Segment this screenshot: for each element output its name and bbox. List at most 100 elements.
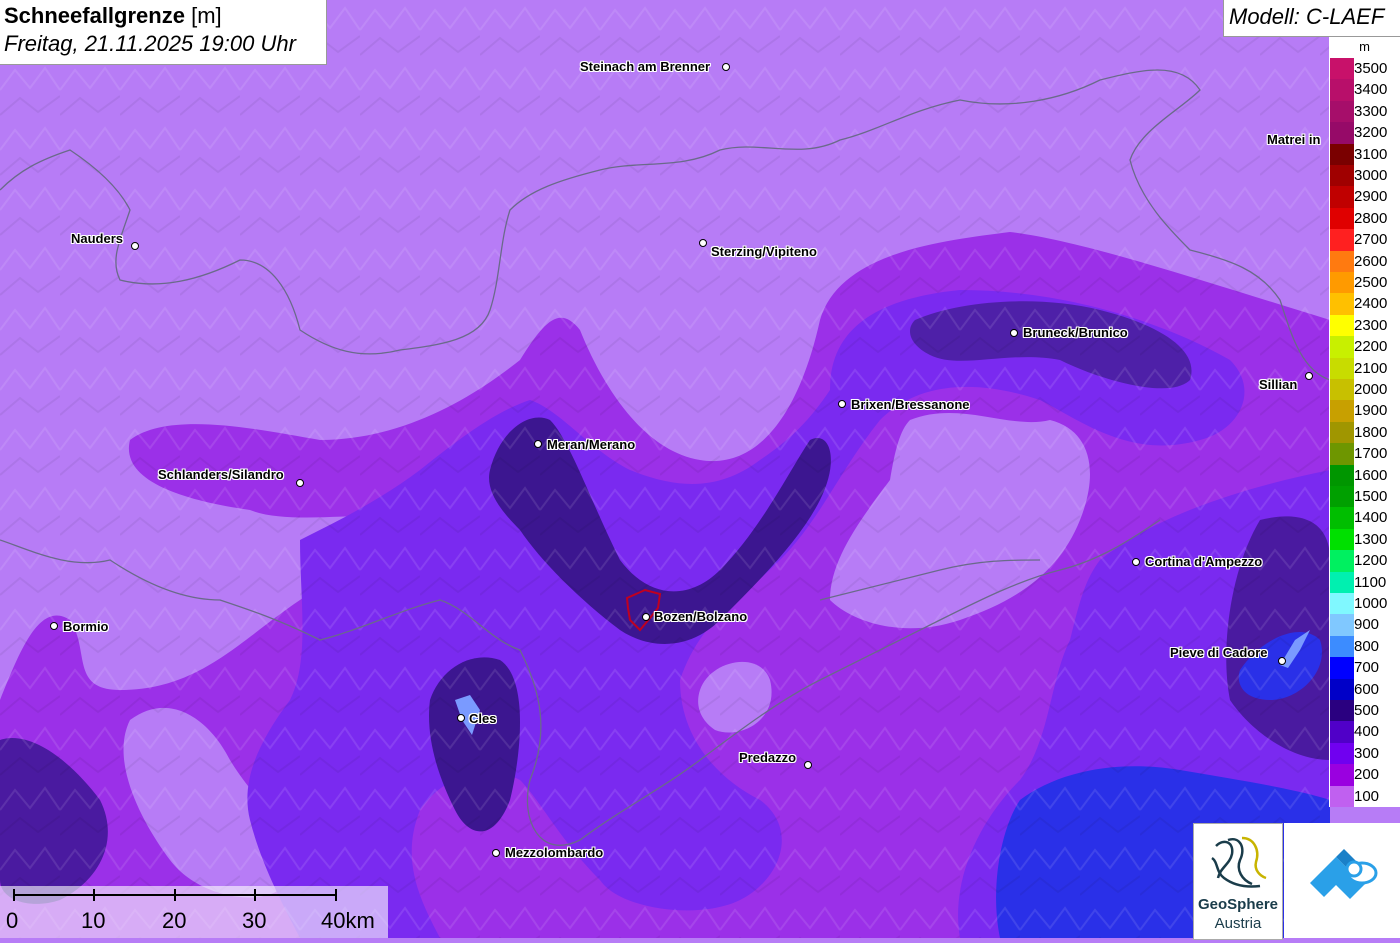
legend-label: 1300 xyxy=(1354,530,1388,548)
legend-swatch xyxy=(1330,79,1354,102)
legend-swatch xyxy=(1330,614,1354,637)
legend-label: 1900 xyxy=(1354,402,1388,420)
geosphere-emblem-icon xyxy=(1211,836,1267,888)
city-label: Sterzing/Vipiteno xyxy=(711,244,817,259)
scale-label: 30 xyxy=(242,908,267,933)
legend-swatch xyxy=(1330,700,1354,722)
city-label: Cortina d'Ampezzo xyxy=(1145,554,1263,569)
legend-swatch xyxy=(1330,293,1354,316)
legend-label: 700 xyxy=(1354,659,1380,677)
city-marker[interactable] xyxy=(1132,558,1140,566)
city-label: Nauders xyxy=(71,231,124,246)
legend-label: 800 xyxy=(1354,637,1380,655)
legend-swatch xyxy=(1330,593,1354,615)
legend-label: 2900 xyxy=(1354,188,1388,206)
legend-swatch xyxy=(1330,657,1354,680)
city-marker[interactable] xyxy=(642,613,650,621)
legend-swatch xyxy=(1330,272,1354,294)
legend-label: 1700 xyxy=(1354,445,1388,463)
legend-swatch xyxy=(1330,250,1354,273)
legend-swatch xyxy=(1330,229,1354,252)
city-marker[interactable] xyxy=(50,622,58,630)
legend-swatch xyxy=(1330,550,1354,573)
legend-label: 2700 xyxy=(1354,231,1388,249)
legend-swatch xyxy=(1330,186,1354,209)
legend-swatch xyxy=(1330,571,1354,594)
legend-label: 2000 xyxy=(1354,381,1388,398)
legend-swatch xyxy=(1330,400,1354,423)
legend-label: 1100 xyxy=(1354,573,1387,591)
legend-label: 500 xyxy=(1354,702,1380,719)
legend-swatch xyxy=(1330,507,1354,530)
city-marker[interactable] xyxy=(699,239,707,247)
city-label: Cles xyxy=(469,711,497,726)
legend-swatch xyxy=(1330,165,1354,187)
legend-label: 1200 xyxy=(1354,552,1388,570)
legend-swatch xyxy=(1330,678,1354,701)
scale-label: 20 xyxy=(162,908,187,933)
legend-label: 2800 xyxy=(1354,209,1388,227)
city-marker[interactable] xyxy=(1305,372,1313,380)
legend-label: 1800 xyxy=(1354,423,1388,441)
city-marker[interactable] xyxy=(722,63,730,71)
city-marker[interactable] xyxy=(1010,329,1018,337)
legend-label: 3000 xyxy=(1354,167,1388,184)
city-label: Mezzolombardo xyxy=(505,845,604,860)
legend-label: 200 xyxy=(1354,766,1380,784)
city-marker[interactable] xyxy=(534,440,542,448)
legend-swatch xyxy=(1330,143,1354,166)
legend-swatch xyxy=(1330,207,1354,230)
legend-label: 1400 xyxy=(1354,509,1388,527)
legend-label: 3400 xyxy=(1354,81,1388,99)
city-marker[interactable] xyxy=(804,761,812,769)
legend-swatch xyxy=(1330,443,1354,466)
legend-label: 2600 xyxy=(1354,252,1388,270)
legend-swatch xyxy=(1330,764,1354,787)
parameter-name: Schneefallgrenze xyxy=(4,3,185,28)
parameter-unit: [m] xyxy=(191,3,222,28)
legend-swatch xyxy=(1330,742,1354,765)
legend-label: 2200 xyxy=(1354,338,1388,356)
forecast-datetime: Freitag, 21.11.2025 19:00 Uhr xyxy=(4,31,296,56)
legend-swatch xyxy=(1330,100,1354,123)
legend-swatch xyxy=(1330,421,1354,444)
legend-label: 600 xyxy=(1354,680,1380,698)
city-label: Sillian xyxy=(1259,377,1298,392)
legend-swatch xyxy=(1330,721,1354,744)
city-label: Bruneck/Brunico xyxy=(1023,325,1128,340)
legend-label: 900 xyxy=(1354,616,1380,634)
geosphere-logo[interactable]: GeoSphere Austria xyxy=(1193,823,1283,940)
legend-swatch xyxy=(1330,635,1354,658)
geosphere-logo-text: GeoSphere xyxy=(1197,896,1279,913)
city-marker[interactable] xyxy=(1278,657,1286,665)
cloud-arrow-logo-icon xyxy=(1310,849,1378,899)
city-marker[interactable] xyxy=(492,849,500,857)
map-title: Schneefallgrenze [m] xyxy=(4,3,222,29)
legend-swatch xyxy=(1330,314,1354,337)
legend-label: 400 xyxy=(1354,723,1380,741)
legend-unit: m xyxy=(1359,39,1370,54)
city-label: Schlanders/Silandro xyxy=(158,467,284,482)
city-label: Brixen/Bressanone xyxy=(851,397,970,412)
city-marker[interactable] xyxy=(296,479,304,487)
city-label: Bozen/Bolzano xyxy=(654,609,748,624)
city-marker[interactable] xyxy=(838,400,846,408)
legend-label: 300 xyxy=(1354,744,1380,762)
legend-label: 3200 xyxy=(1354,124,1388,142)
legend-label: 3100 xyxy=(1354,145,1388,163)
city-marker[interactable] xyxy=(457,714,465,722)
weather-app-logo[interactable] xyxy=(1284,823,1400,938)
city-marker[interactable] xyxy=(131,242,139,250)
scale-label: 40km xyxy=(321,908,375,933)
color-legend: m 3500 3400 3300 3200 3100 3000 2900 2800 2700 26… xyxy=(1329,37,1400,808)
legend-label: 1600 xyxy=(1354,466,1388,484)
legend-label: 1000 xyxy=(1354,595,1388,612)
city-label: Matrei in xyxy=(1267,132,1321,147)
city-label: Pieve di Cadore xyxy=(1170,645,1268,660)
legend-swatch xyxy=(1330,122,1354,145)
legend-swatch xyxy=(1330,486,1354,508)
city-label: Meran/Merano xyxy=(547,437,636,452)
legend-label: 3500 xyxy=(1354,60,1388,77)
scale-bar: 0 10 20 30 40km xyxy=(0,886,388,938)
legend-label: 2100 xyxy=(1354,359,1388,377)
